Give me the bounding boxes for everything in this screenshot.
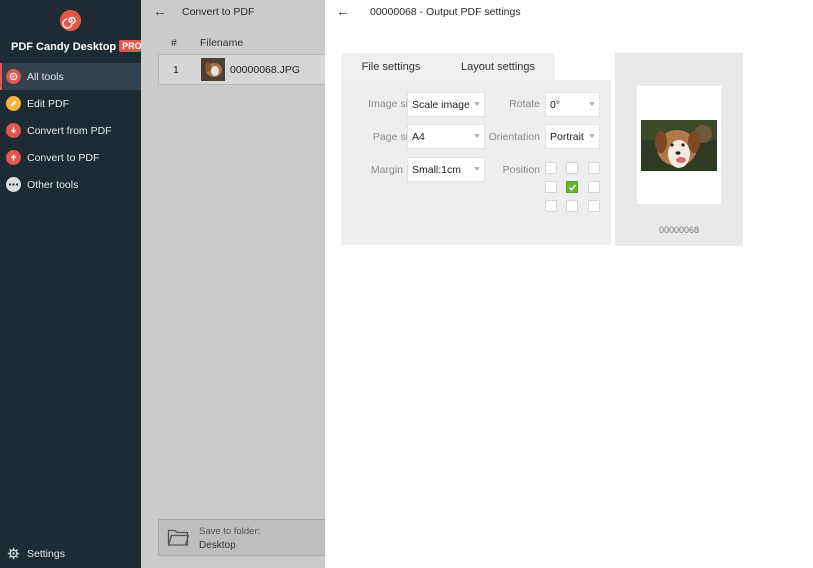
position-center[interactable]: [566, 181, 578, 193]
page-title: Convert to PDF: [182, 6, 255, 18]
sidebar-item-convert-to-pdf[interactable]: Convert to PDF: [0, 144, 141, 171]
chevron-down-icon: [589, 102, 595, 106]
tab-layout-settings[interactable]: Layout settings: [441, 53, 555, 80]
back-arrow-icon[interactable]: ←: [336, 3, 350, 19]
image-size-value: Scale image: [412, 98, 470, 111]
sidebar-item-label: Convert from PDF: [27, 124, 112, 137]
sidebar-item-edit-pdf[interactable]: Edit PDF: [0, 90, 141, 117]
file-name: 00000068.JPG: [230, 64, 301, 76]
settings-title: 00000068 - Output PDF settings: [370, 6, 521, 18]
app-brand: PDF Candy Desktop PRO: [11, 40, 145, 53]
margin-label: Margin: [370, 164, 403, 176]
gear-icon: [7, 547, 21, 561]
table-row[interactable]: 1 00000068.JPG: [158, 54, 325, 85]
orientation-value: Portrait: [550, 130, 584, 143]
output-settings-panel: ← 00000068 - Output PDF settings File se…: [325, 0, 813, 568]
sidebar-item-convert-from-pdf[interactable]: Convert from PDF: [0, 117, 141, 144]
position-label: Position: [502, 164, 540, 176]
tab-file-settings[interactable]: File settings: [341, 53, 441, 80]
rotate-select[interactable]: 0°: [545, 92, 600, 117]
sidebar: PDF Candy Desktop PRO All tools Edit PDF …: [0, 0, 145, 568]
chevron-down-icon: [589, 134, 595, 138]
settings-button[interactable]: Settings: [7, 547, 65, 561]
chevron-down-icon: [474, 134, 480, 138]
layout-settings-panel: Image size Scale image Page size A4 Marg…: [341, 80, 611, 245]
position-bottom-right[interactable]: [588, 200, 600, 212]
folder-icon: [167, 527, 190, 547]
chevron-down-icon: [474, 167, 480, 171]
page-size-select[interactable]: A4: [407, 124, 485, 149]
preview-image: [641, 120, 717, 171]
preview-file-name: 00000068: [658, 225, 700, 235]
convert-to-pdf-icon: [6, 150, 21, 165]
page-preview: 00000068: [615, 53, 743, 246]
chevron-down-icon: [474, 102, 480, 106]
sidebar-item-label: Other tools: [27, 178, 79, 191]
sidebar-item-other-tools[interactable]: Other tools: [0, 171, 141, 198]
preview-page: [637, 86, 721, 204]
brand-name: PDF Candy Desktop: [11, 41, 117, 53]
image-size-select[interactable]: Scale image: [407, 92, 485, 117]
save-to-folder[interactable]: Save to folder: Desktop: [158, 519, 325, 556]
convert-from-pdf-icon: [6, 123, 21, 138]
position-top-right[interactable]: [588, 162, 600, 174]
position-bottom-center[interactable]: [566, 200, 578, 212]
column-header-filename: Filename: [200, 37, 244, 49]
convert-panel: ← Convert to PDF # Filename 1 00000068.J…: [141, 0, 325, 568]
rotate-label: Rotate: [509, 98, 540, 110]
save-folder-value: Desktop: [199, 540, 236, 551]
margin-value: Small:1cm: [412, 163, 462, 176]
position-bottom-left[interactable]: [545, 200, 557, 212]
settings-label: Settings: [27, 548, 65, 560]
margin-select[interactable]: Small:1cm: [407, 157, 485, 182]
edit-pdf-icon: [6, 96, 21, 111]
position-top-left[interactable]: [545, 162, 557, 174]
column-header-number: #: [171, 37, 177, 49]
position-middle-right[interactable]: [588, 181, 600, 193]
position-middle-left[interactable]: [545, 181, 557, 193]
back-arrow-icon[interactable]: ←: [153, 3, 167, 19]
save-folder-label: Save to folder:: [199, 526, 261, 537]
sidebar-item-label: Convert to PDF: [27, 151, 100, 164]
sidebar-item-label: All tools: [27, 70, 64, 83]
file-thumbnail: [201, 58, 225, 81]
rotate-value: 0°: [550, 98, 561, 111]
orientation-select[interactable]: Portrait: [545, 124, 600, 149]
sidebar-item-label: Edit PDF: [27, 97, 70, 110]
candy-logo-icon: [60, 10, 81, 31]
check-icon: [569, 184, 577, 191]
all-tools-icon: [6, 69, 21, 84]
position-top-center[interactable]: [566, 162, 578, 174]
sidebar-item-all-tools[interactable]: All tools: [0, 63, 141, 90]
row-number: 1: [173, 64, 179, 76]
page-size-value: A4: [412, 130, 425, 143]
orientation-label: Orientation: [488, 131, 540, 143]
other-tools-icon: [6, 177, 21, 192]
